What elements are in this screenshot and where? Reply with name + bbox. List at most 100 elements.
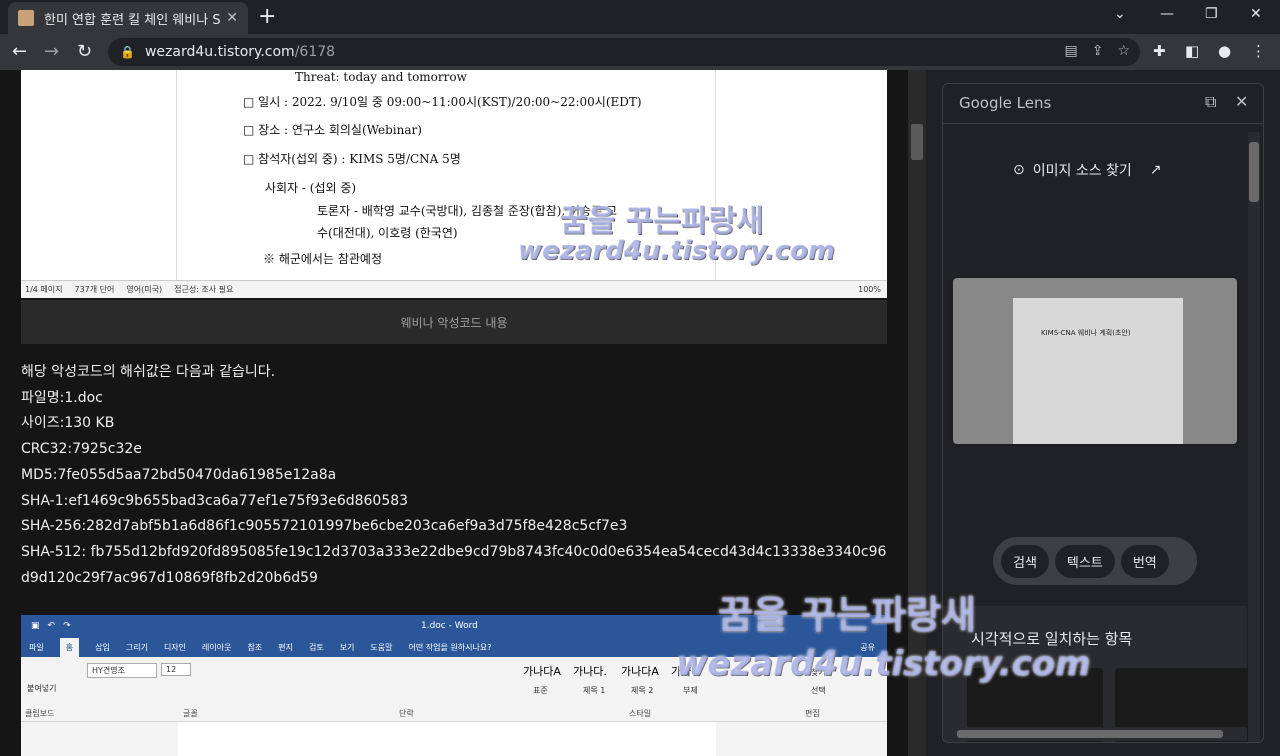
page-scrollbar-thumb[interactable] bbox=[911, 124, 923, 160]
word-style-name: 표준 bbox=[533, 686, 548, 695]
word-group-label: 스타일 bbox=[629, 709, 652, 718]
lens-hscrollbar[interactable] bbox=[943, 727, 1247, 741]
doc-line: Threat: today and tomorrow bbox=[295, 70, 467, 84]
hash-md5: MD5:7fe055d5aa72bd50470da61985e12a8a bbox=[21, 466, 337, 483]
lens-image-paper: KIMS-CNA 웨비나 계획(초안) bbox=[1013, 298, 1183, 444]
status-language: 영어(미국) bbox=[126, 285, 163, 294]
word-style-sample: 가나다 bbox=[671, 665, 702, 678]
chip-translate[interactable]: 번역 bbox=[1120, 544, 1169, 578]
document-status-bar: 1/4 페이지 737개 단어 영어(미국) 접근성: 조사 필요 100% bbox=[21, 280, 887, 298]
lens-scrollbar[interactable] bbox=[1248, 132, 1260, 742]
word-style-name: 제목 1 bbox=[583, 686, 606, 695]
hash-crc32: CRC32:7925c32e bbox=[21, 441, 142, 458]
title-bar: 한미 연합 훈련 킬 체인 웨비나 S ✕ + ⌄ — ❐ ✕ bbox=[0, 0, 1280, 34]
minimize-button[interactable]: — bbox=[1160, 6, 1174, 22]
word-tab: 참조 bbox=[247, 642, 263, 652]
word-select: 선택 bbox=[811, 686, 826, 695]
hash-filename: 파일명:1.doc bbox=[21, 389, 103, 406]
word-title: 1.doc - Word bbox=[421, 621, 478, 631]
hash-sha1: SHA-1:ef1469c9b655bad3ca6a77ef1e75f93e6d… bbox=[21, 492, 409, 509]
page-scrollbar[interactable] bbox=[908, 70, 926, 756]
word-share: 공유 bbox=[860, 642, 875, 652]
word-screenshot: ▣ ↶ ↷ 1.doc - Word 파일 홈 삽입 그리기 디자인 레이아웃 … bbox=[21, 615, 887, 756]
reload-button[interactable]: ↻ bbox=[77, 41, 92, 62]
profile-icon[interactable]: ● bbox=[1218, 42, 1231, 60]
doc-line: ※ 해군에서는 참관예정 bbox=[263, 252, 382, 266]
word-tab: 검토 bbox=[308, 642, 324, 652]
word-group-label: 클립보드 bbox=[25, 709, 55, 718]
doc-line: 수(대전대), 이호령 (한국연) bbox=[317, 226, 458, 240]
bookmark-star-icon[interactable]: ☆ bbox=[1117, 43, 1130, 59]
word-style-name: 제목 2 bbox=[631, 686, 654, 695]
open-new-tab-icon[interactable]: ⧉ bbox=[1205, 92, 1216, 112]
hash-size: 사이즈:130 KB bbox=[21, 415, 115, 432]
browser-toolbar: ← → ↻ 🔒 wezard4u.tistory.com /6178 ▤ ⇪ ☆… bbox=[0, 34, 1280, 70]
word-tab: 도움말 bbox=[370, 642, 393, 652]
redo-icon: ↷ bbox=[63, 621, 71, 631]
tab-search-icon[interactable]: ⌄ bbox=[1114, 6, 1126, 22]
status-accessibility: 접근성: 조사 필요 bbox=[174, 285, 234, 294]
lens-title: Google Lens bbox=[959, 94, 1052, 112]
lens-hscrollbar-thumb[interactable] bbox=[957, 730, 1223, 738]
reading-mode-icon[interactable]: ▤ bbox=[1064, 43, 1077, 59]
doc-line: □ 일시 : 2022. 9/10일 중 09:00~11:00시(KST)/2… bbox=[243, 95, 642, 109]
back-button[interactable]: ← bbox=[12, 41, 27, 62]
lens-selected-image[interactable]: KIMS-CNA 웨비나 계획(초안) bbox=[951, 276, 1239, 446]
lens-close-icon[interactable]: ✕ bbox=[1235, 92, 1248, 111]
hash-intro: 해당 악성코드의 해쉬값은 다음과 같습니다. bbox=[21, 364, 276, 380]
lens-scrollbar-thumb[interactable] bbox=[1249, 142, 1259, 202]
word-group-label: 단락 bbox=[399, 709, 414, 718]
address-bar[interactable]: 🔒 wezard4u.tistory.com /6178 ▤ ⇪ ☆ bbox=[108, 38, 1140, 66]
word-document-page bbox=[178, 722, 716, 756]
lens-image-title: KIMS-CNA 웨비나 계획(초안) bbox=[1041, 329, 1131, 337]
menu-icon[interactable]: ⋮ bbox=[1251, 42, 1266, 60]
forward-button[interactable]: → bbox=[44, 41, 59, 62]
word-find: 찾기 bbox=[811, 668, 826, 677]
chip-search[interactable]: 검색 bbox=[1001, 544, 1049, 578]
google-lens-panel: Google Lens ⧉ ✕ ⊙ 이미지 소스 찾기 ↗ KIMS-CNA 웨… bbox=[942, 83, 1264, 743]
extensions-icon[interactable]: ✚ bbox=[1153, 42, 1166, 60]
image-caption: 웨비나 악성코드 내용 bbox=[21, 300, 887, 344]
word-style-sample: 가나다A bbox=[523, 665, 561, 678]
status-zoom: 100% bbox=[858, 285, 881, 294]
share-icon[interactable]: ⇪ bbox=[1092, 43, 1104, 59]
lens-header: Google Lens ⧉ ✕ bbox=[943, 84, 1263, 124]
word-tab: 레이아웃 bbox=[202, 642, 232, 652]
word-style-sample: 가나다. bbox=[573, 665, 607, 678]
word-ribbon: 붙여넣기 HY견명조 12 가나다A 가나다. 가나다A 가나다 표준 제목 1… bbox=[21, 657, 887, 722]
word-tab: 보기 bbox=[339, 642, 355, 652]
hash-sha512: SHA-512: fb755d12bfd920fd895085fe19c12d3… bbox=[21, 543, 887, 586]
word-tab: 디자인 bbox=[163, 642, 187, 652]
favicon-icon bbox=[18, 10, 34, 26]
browser-tab[interactable]: 한미 연합 훈련 킬 체인 웨비나 S ✕ bbox=[8, 2, 248, 34]
chip-text[interactable]: 텍스트 bbox=[1054, 544, 1115, 578]
word-tab: 파일 bbox=[29, 642, 44, 652]
side-panel-icon[interactable]: ◧ bbox=[1185, 42, 1199, 60]
word-group-label: 글꼴 bbox=[183, 709, 198, 718]
url-path: /6178 bbox=[294, 44, 336, 60]
word-style-sample: 가나다A bbox=[621, 665, 659, 678]
external-link-icon: ↗ bbox=[1149, 162, 1162, 178]
restore-button[interactable]: ❐ bbox=[1205, 6, 1218, 22]
page-content: Threat: today and tomorrow □ 일시 : 2022. … bbox=[0, 70, 908, 756]
hash-sha256: SHA-256:282d7abf5b1a6d86f1c905572101997b… bbox=[21, 518, 628, 535]
status-page: 1/4 페이지 bbox=[25, 285, 63, 294]
lock-icon[interactable]: 🔒 bbox=[120, 45, 135, 59]
document-screenshot: Threat: today and tomorrow □ 일시 : 2022. … bbox=[21, 70, 887, 298]
status-words: 737개 단어 bbox=[74, 285, 115, 294]
word-title-bar: ▣ ↶ ↷ 1.doc - Word bbox=[21, 615, 887, 637]
lens-mode-chips: 검색 텍스트 번역 bbox=[993, 537, 1197, 585]
doc-line: 토론자 - 배학영 교수(국방대), 김종철 준장(합참), 이승주 교 bbox=[317, 204, 617, 218]
visual-matches-title: 시각적으로 일치하는 항목 bbox=[971, 630, 1133, 648]
tab-close-icon[interactable]: ✕ bbox=[226, 10, 238, 26]
find-image-source-button[interactable]: ⊙ 이미지 소스 찾기 ↗ bbox=[1013, 160, 1162, 180]
word-tell-me: 어떤 작업을 원하시나요? bbox=[408, 642, 492, 652]
word-paste-label: 붙여넣기 bbox=[27, 684, 57, 693]
hash-info: 해당 악성코드의 해쉬값은 다음과 같습니다. 파일명:1.doc 사이즈:13… bbox=[21, 360, 891, 591]
word-ribbon-tabs: 파일 홈 삽입 그리기 디자인 레이아웃 참조 편지 검토 보기 도움말 어떤 … bbox=[21, 637, 887, 657]
close-window-button[interactable]: ✕ bbox=[1250, 6, 1262, 22]
word-font-size: 12 bbox=[161, 663, 191, 676]
undo-icon: ↶ bbox=[47, 621, 56, 631]
doc-line: □ 참석자(섭외 중) : KIMS 5명/CNA 5명 bbox=[243, 152, 461, 166]
new-tab-button[interactable]: + bbox=[258, 4, 276, 29]
